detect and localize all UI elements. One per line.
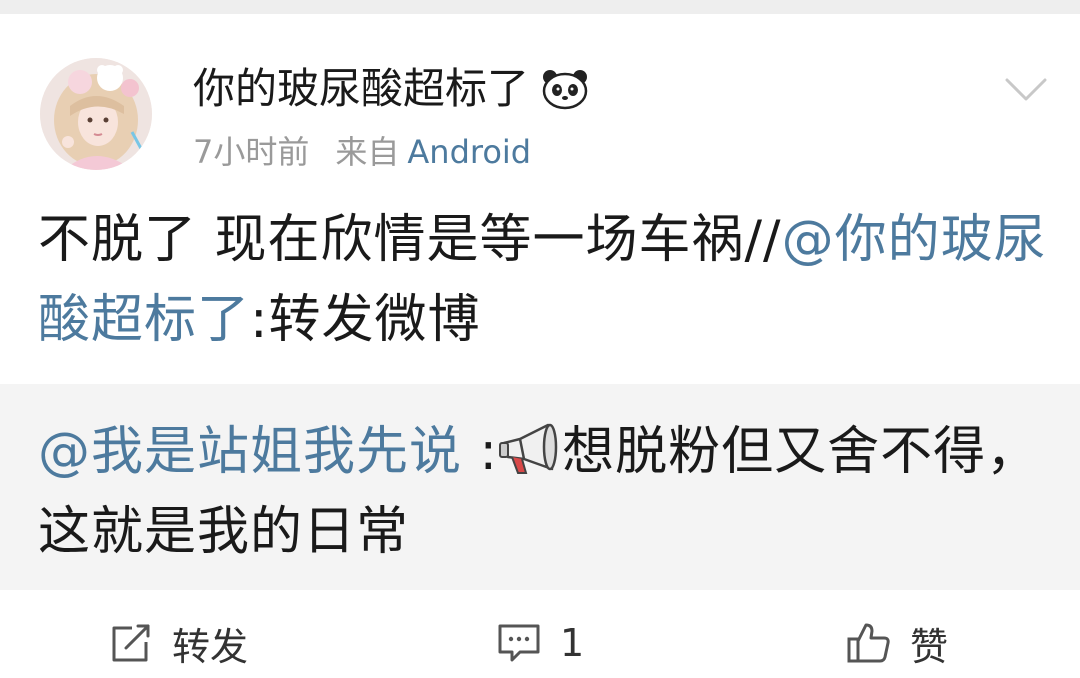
username[interactable]: 你的玻尿酸超标了	[193, 64, 529, 114]
source-device[interactable]: Android	[407, 133, 531, 171]
avatar-image	[40, 58, 152, 170]
share-icon	[112, 624, 150, 662]
chevron-down-icon[interactable]	[1004, 72, 1048, 108]
comment-button[interactable]: 1	[496, 618, 584, 668]
panda-icon	[541, 68, 589, 110]
repost-button[interactable]: 转发	[108, 618, 249, 669]
avatar[interactable]	[40, 58, 152, 170]
post-text-main: 不脱了 现在欣情是等一场车祸//	[38, 210, 782, 270]
action-bar: 转发 1 赞	[0, 600, 1080, 678]
post-time: 7小时前	[193, 133, 310, 171]
reposted-content[interactable]: @我是站姐我先说 : 想脱粉但又舍不得，这就是我的日常	[0, 384, 1080, 590]
repost-label: 转发	[172, 624, 249, 669]
source-label: 来自	[335, 133, 400, 171]
post-text: 不脱了 现在欣情是等一场车祸//@你的玻尿酸超标了:转发微博	[38, 200, 1048, 360]
megaphone-icon	[498, 420, 562, 476]
top-divider	[0, 0, 1080, 14]
comment-icon	[498, 624, 540, 662]
repost-separator: :	[462, 422, 499, 482]
thumbs-up-icon	[847, 623, 890, 663]
username-row: 你的玻尿酸超标了	[193, 64, 589, 114]
repost-author-link[interactable]: @我是站姐我先说	[38, 422, 462, 482]
post-meta: 7小时前 来自 Android	[193, 132, 531, 172]
reposted-text: @我是站姐我先说 : 想脱粉但又舍不得，这就是我的日常	[38, 412, 1048, 572]
comment-count: 1	[560, 621, 585, 665]
like-label: 赞	[910, 624, 949, 669]
like-button[interactable]: 赞	[846, 618, 949, 669]
weibo-post-card: 你的玻尿酸超标了 7小时前 来自 Android 不脱了 现在欣情是等一场车祸//@…	[0, 14, 1080, 678]
post-text-suffix: :转发微博	[250, 290, 481, 350]
